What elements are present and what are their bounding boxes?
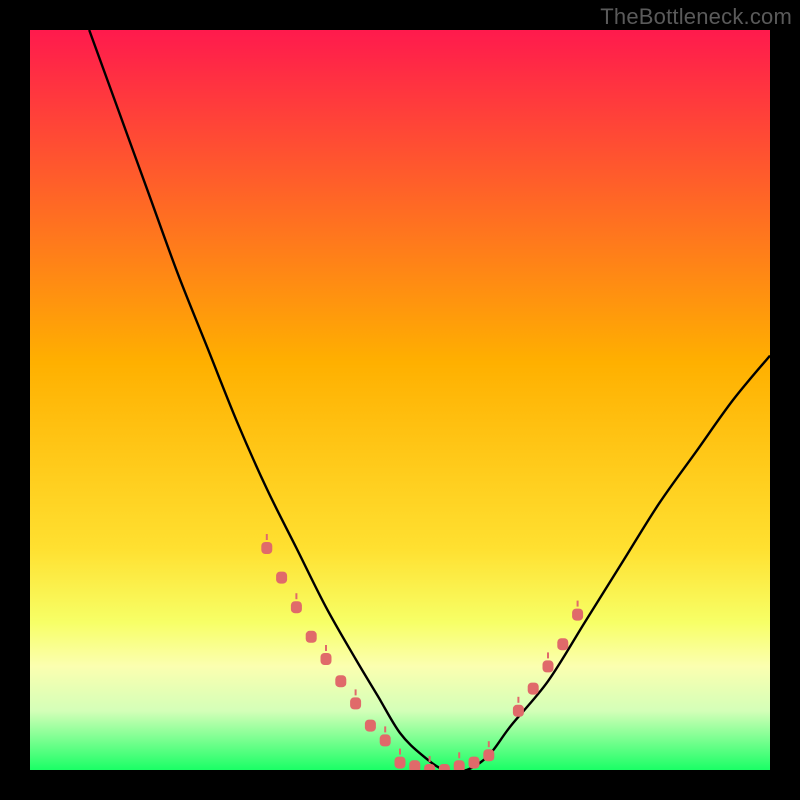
data-marker — [350, 697, 361, 709]
data-marker — [306, 631, 317, 643]
data-marker — [557, 638, 568, 650]
data-marker — [528, 683, 539, 695]
data-marker — [291, 601, 302, 613]
data-marker — [335, 675, 346, 687]
bottleneck-chart — [30, 30, 770, 770]
data-marker — [261, 542, 272, 554]
data-marker — [483, 749, 494, 761]
watermark-text: TheBottleneck.com — [600, 4, 792, 30]
data-marker — [365, 720, 376, 732]
data-marker — [276, 572, 287, 584]
data-marker — [513, 705, 524, 717]
data-marker — [439, 764, 450, 770]
data-marker — [469, 757, 480, 769]
gradient-background — [30, 30, 770, 770]
data-marker — [454, 760, 465, 770]
data-marker — [395, 757, 406, 769]
data-marker — [380, 734, 391, 746]
data-marker — [424, 764, 435, 770]
data-marker — [321, 653, 332, 665]
data-marker — [543, 660, 554, 672]
chart-frame — [30, 30, 770, 770]
data-marker — [572, 609, 583, 621]
data-marker — [409, 760, 420, 770]
